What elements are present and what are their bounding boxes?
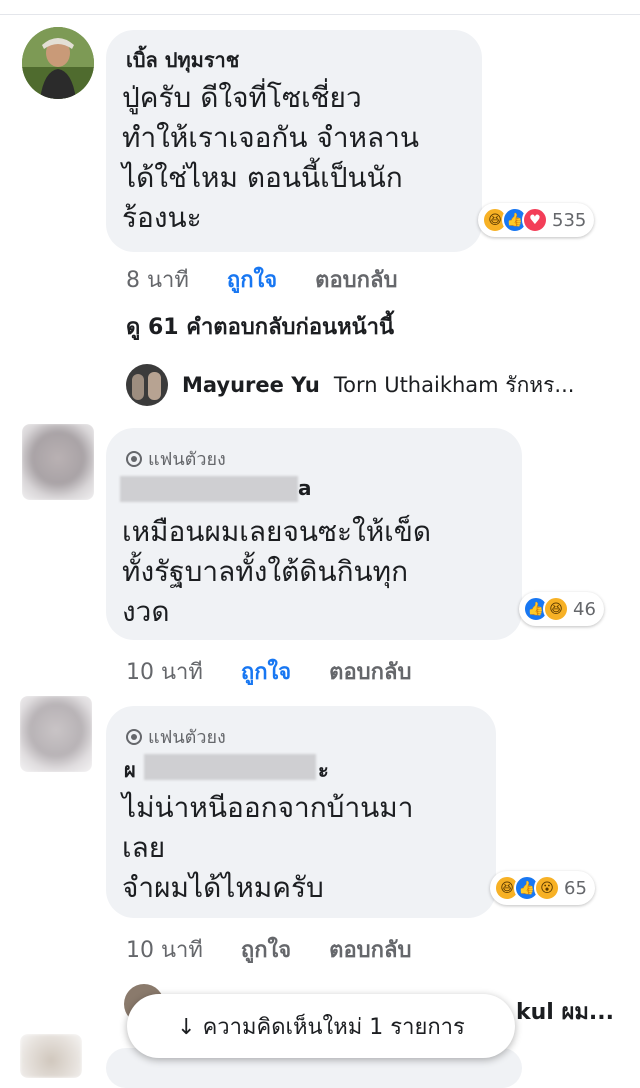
comment-actions: 10 นาที ถูกใจ ตอบกลับ (126, 932, 411, 967)
reply-button[interactable]: ตอบกลับ (329, 932, 411, 967)
comment-line: ทำให้เราเจอกัน จำหลาน (122, 121, 420, 154)
avatar-blurred (20, 1034, 82, 1078)
reaction-summary[interactable]: 😆 👍 😮 65 (490, 871, 595, 905)
badge-icon (126, 728, 142, 745)
comment-line: ได้ใช่ไหม ตอนนี้เป็นนัก (122, 161, 403, 194)
top-fan-badge: แฟนตัวยง (126, 444, 226, 473)
like-button[interactable]: ถูกใจ (241, 932, 291, 967)
avatar-blurred (20, 696, 92, 772)
comment-line: จำผมได้ไหมครับ (122, 871, 324, 904)
comment-line: ทั้งรัฐบาลทั้งใต้ดินกินทุก (122, 555, 409, 588)
avatar-blurred (22, 424, 94, 500)
avatar[interactable] (22, 27, 94, 99)
comment-time[interactable]: 10 นาที (126, 654, 203, 689)
reaction-count: 46 (573, 598, 596, 620)
reaction-count: 65 (564, 877, 587, 899)
comment-author-end[interactable]: ะ (318, 754, 329, 786)
reaction-count: 535 (552, 209, 587, 231)
haha-icon: 😆 (543, 596, 569, 622)
reply-text: Torn Uthaikham รักหร... (333, 372, 575, 397)
wow-icon: 😮 (534, 875, 560, 901)
love-icon: ♥ (522, 207, 548, 233)
top-fan-badge: แฟนตัวยง (126, 722, 226, 751)
comment-line: งวด (122, 595, 170, 628)
comment-line: ปู่ครับ ดีใจที่โซเชี่ยว (122, 81, 362, 114)
reply-preview-peek: kul ผม... (516, 1000, 614, 1025)
comment-text: เหมือนผมเลยจนซะให้เข็ด ทั้งรัฐบาลทั้งใต้… (122, 512, 431, 632)
redacted-author-name (144, 754, 316, 780)
comment-line: เลย (122, 831, 166, 864)
reply-author: Mayuree Yu (182, 373, 320, 397)
avatar-photo (22, 27, 94, 99)
avatar[interactable] (22, 424, 94, 500)
like-button[interactable]: ถูกใจ (227, 262, 277, 297)
reaction-summary[interactable]: 😆 👍 ♥ 535 (478, 203, 595, 237)
avatar[interactable] (20, 696, 92, 772)
comment-actions: 8 นาที ถูกใจ ตอบกลับ (126, 262, 397, 297)
view-previous-replies-link[interactable]: ดู 61 คำตอบกลับก่อนหน้านี้ (126, 309, 394, 344)
comment-author-start[interactable]: ผ (124, 754, 136, 786)
comment-text: ปู่ครับ ดีใจที่โซเชี่ยว ทำให้เราเจอกัน จ… (122, 78, 419, 238)
top-divider (0, 14, 640, 15)
comment-author[interactable]: เบิ้ล ปทุมราช (126, 44, 239, 76)
reply-button[interactable]: ตอบกลับ (329, 654, 411, 689)
comment-time[interactable]: 10 นาที (126, 932, 203, 967)
redacted-author-name (120, 476, 298, 502)
comment-line: ไม่น่าหนีออกจากบ้านมา (122, 791, 414, 824)
badge-label: แฟนตัวยง (148, 449, 226, 470)
badge-icon (126, 450, 142, 467)
comment-time[interactable]: 8 นาที (126, 262, 189, 297)
like-button[interactable]: ถูกใจ (241, 654, 291, 689)
comment-text: ไม่น่าหนีออกจากบ้านมา เลย จำผมได้ไหมครับ (122, 788, 413, 908)
reaction-summary[interactable]: 👍 😆 46 (519, 592, 604, 626)
avatar[interactable] (20, 1034, 82, 1078)
comment-line: ร้องนะ (122, 201, 202, 234)
badge-label: แฟนตัวยง (148, 727, 226, 748)
comment-actions: 10 นาที ถูกใจ ตอบกลับ (126, 654, 411, 689)
reply-button[interactable]: ตอบกลับ (315, 262, 397, 297)
comment-author[interactable]: a (298, 476, 312, 500)
new-comments-button[interactable]: ↓ ความคิดเห็นใหม่ 1 รายการ (127, 994, 515, 1058)
comment-line: เหมือนผมเลยจนซะให้เข็ด (122, 515, 432, 548)
new-comments-label: ↓ ความคิดเห็นใหม่ 1 รายการ (177, 1014, 465, 1040)
reply-preview[interactable]: Mayuree Yu Torn Uthaikham รักหร... (126, 364, 574, 406)
avatar (126, 364, 168, 406)
